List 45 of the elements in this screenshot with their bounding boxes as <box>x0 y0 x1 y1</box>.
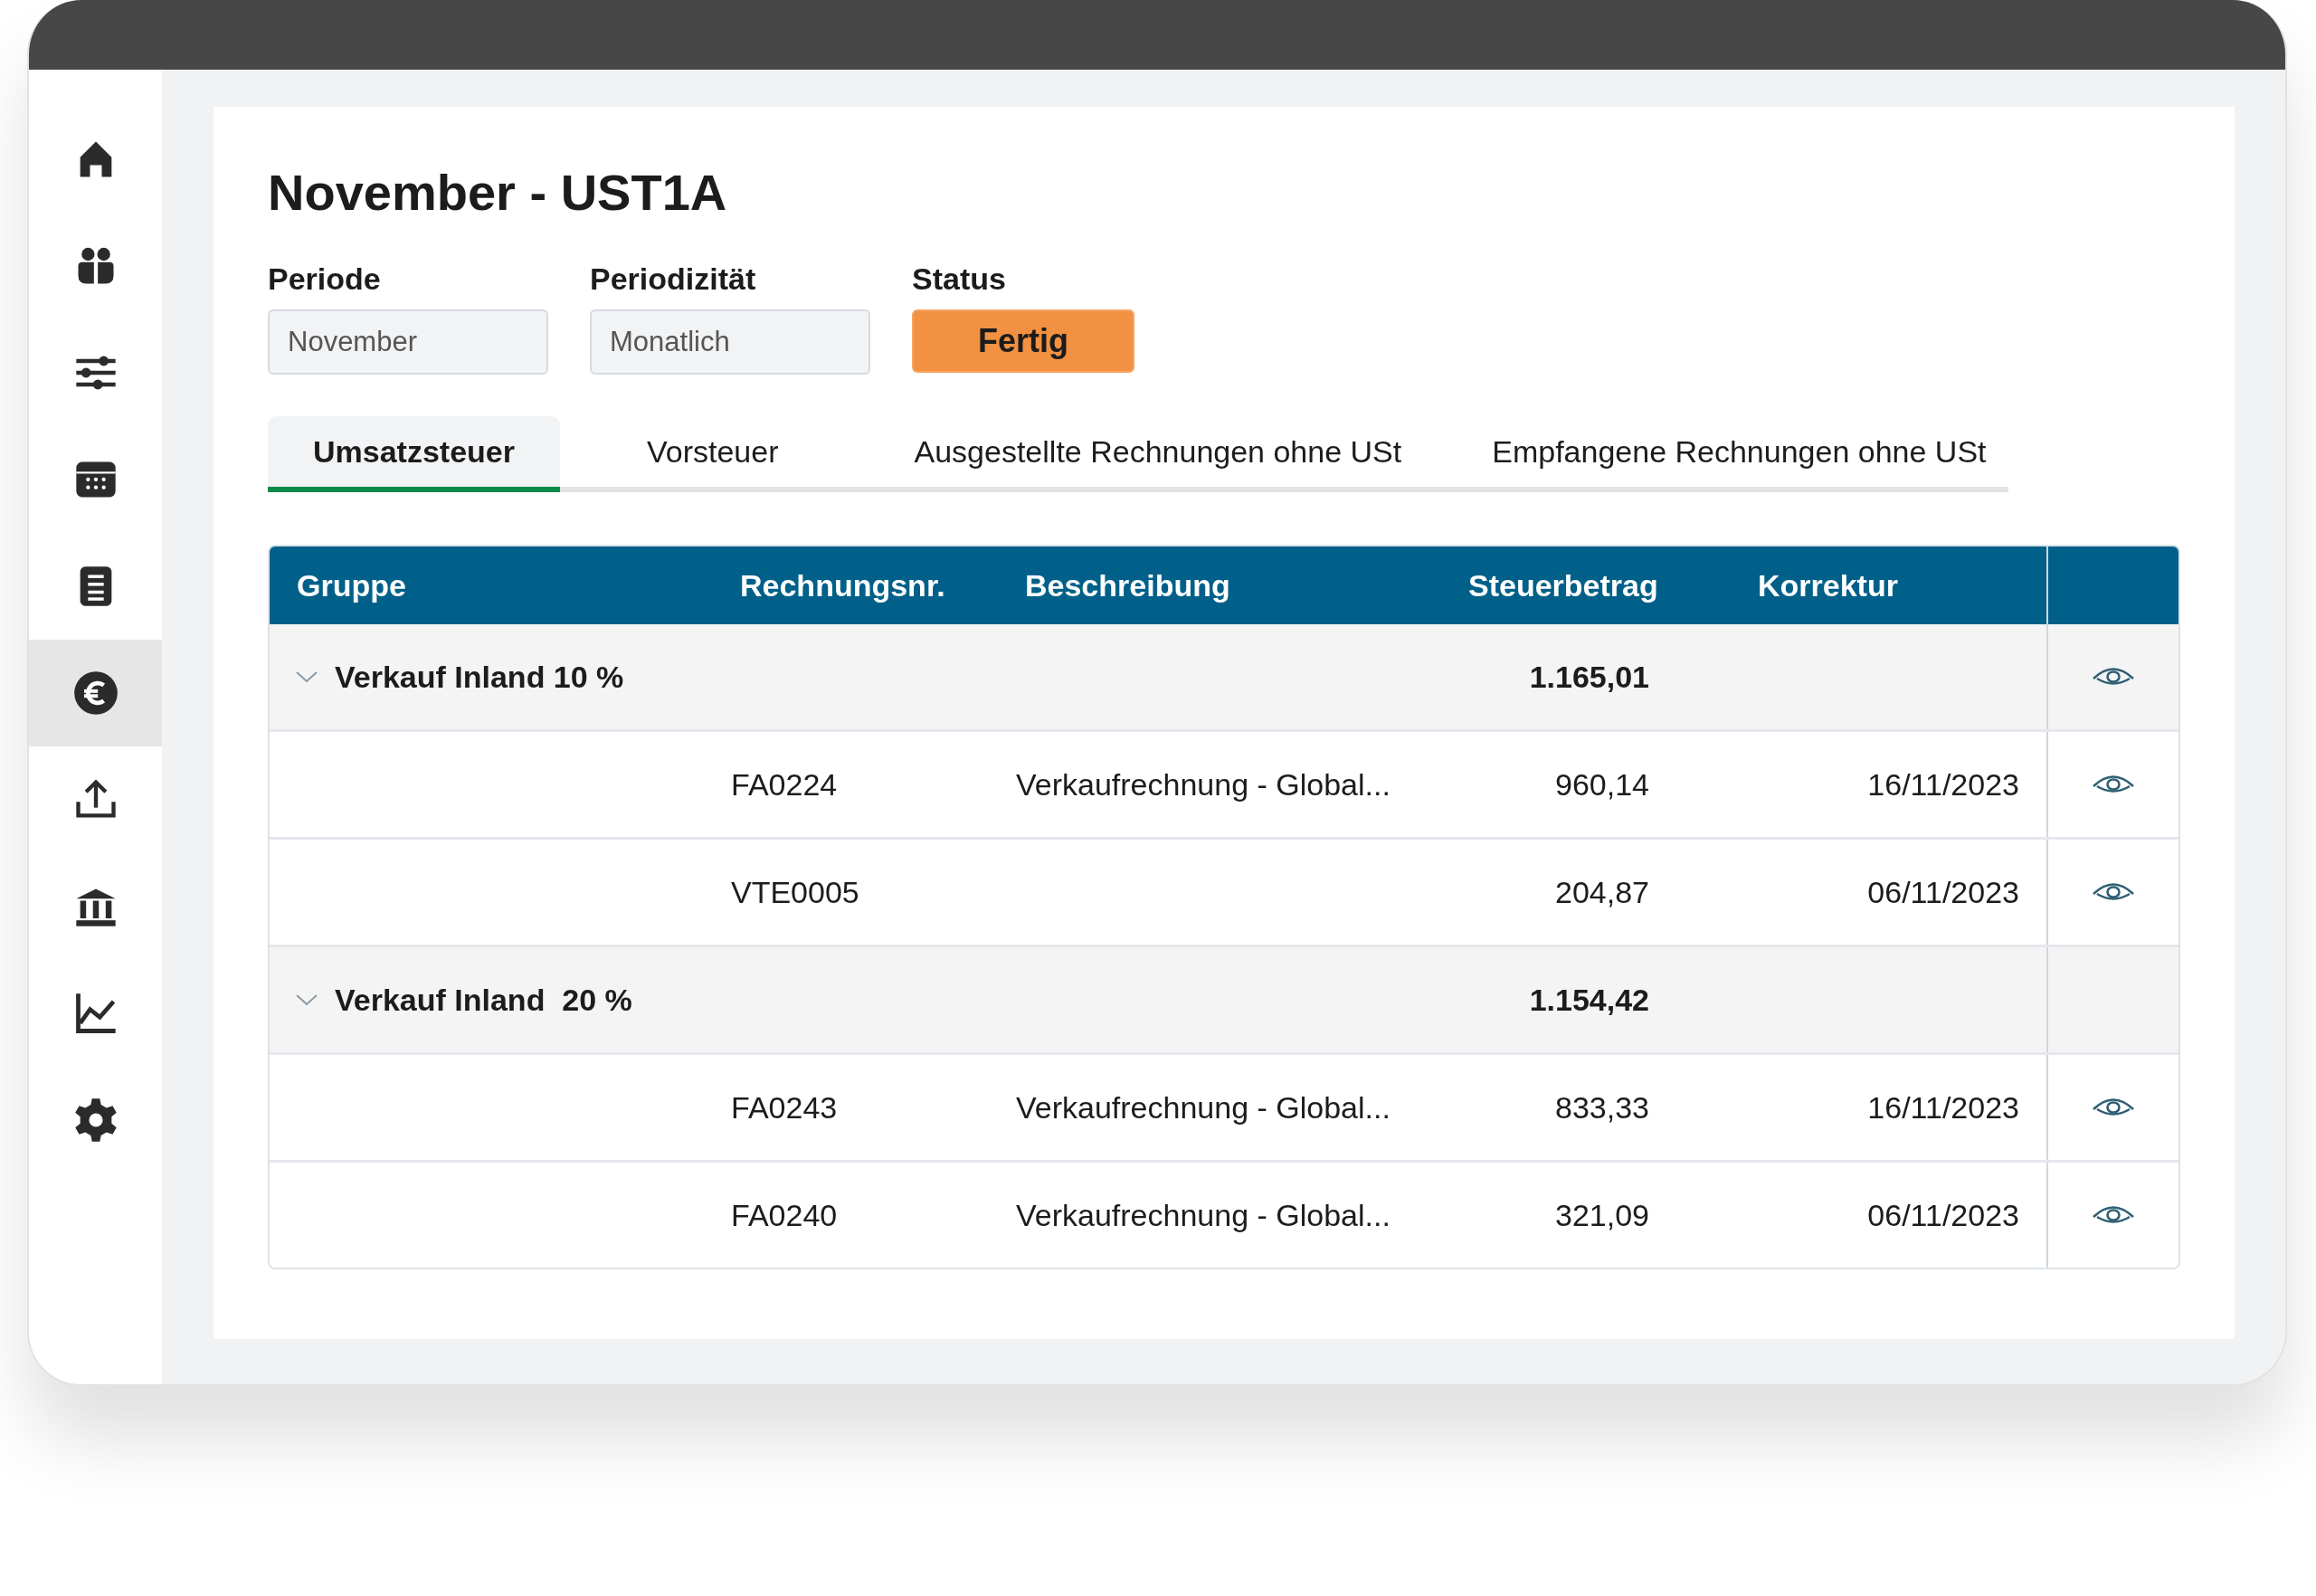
invoice-number: FA0224 <box>730 766 839 803</box>
tax-amount: 833,33 <box>1554 1089 1650 1126</box>
group-total: 1.165,01 <box>1528 659 1650 695</box>
field-label: Status <box>912 261 1007 297</box>
input-field[interactable]: November <box>268 309 548 375</box>
invoice-number: VTE0005 <box>730 874 860 910</box>
tab[interactable]: Empfangene Rechnungen ohne USt <box>1447 416 2032 492</box>
tab[interactable]: Umsatzsteuer <box>268 416 560 492</box>
correction-date: 06/11/2023 <box>1866 874 2020 910</box>
group-row[interactable]: Verkauf Inland 10 % 1.165,01 <box>270 624 2178 732</box>
tab[interactable]: Vorsteuer <box>560 416 869 492</box>
tax-amount: 204,87 <box>1554 874 1650 910</box>
invoice-row[interactable]: VTE0005 204,87 06/11/2023 <box>270 840 2178 947</box>
page-title: November - UST1A <box>268 163 728 222</box>
field-label: Periodizität <box>590 261 757 297</box>
group-total: 1.154,42 <box>1528 982 1650 1018</box>
column-header: Rechnungsnr. <box>739 567 946 603</box>
invoice-description: Verkaufrechnung - Global... <box>1015 1089 1391 1126</box>
invoice-row[interactable]: FA0240 Verkaufrechnung - Global... 321,09 06/11/2023 <box>270 1163 2178 1268</box>
correction-date: 16/11/2023 <box>1866 766 2020 803</box>
column-header: Korrektur <box>1757 567 1899 603</box>
group-name: Verkauf Inland 20 % <box>335 982 632 1018</box>
chevron-down-icon[interactable] <box>295 670 318 684</box>
group-row[interactable]: Verkauf Inland 20 % 1.154,42 <box>270 947 2178 1055</box>
column-header: Beschreibung <box>1024 567 1231 603</box>
invoice-row[interactable]: FA0243 Verkaufrechnung - Global... 833,33 16/11/2023 <box>270 1055 2178 1163</box>
invoice-row[interactable]: FA0224 Verkaufrechnung - Global... 960,14 16/11/2023 <box>270 732 2178 840</box>
field-label: Periode <box>268 261 382 297</box>
input-field[interactable]: Monatlich <box>590 309 870 375</box>
column-header: Steuerbetrag <box>1467 567 1659 603</box>
sidebar-item[interactable] <box>29 640 162 746</box>
tax-amount: 321,09 <box>1554 1197 1650 1233</box>
invoice-description: Verkaufrechnung - Global... <box>1015 1197 1391 1233</box>
correction-date: 16/11/2023 <box>1866 1089 2020 1126</box>
status-button[interactable]: Fertig <box>912 309 1134 373</box>
correction-date: 06/11/2023 <box>1866 1197 2020 1233</box>
tax-amount: 960,14 <box>1554 766 1650 803</box>
invoice-number: FA0240 <box>730 1197 839 1233</box>
euro-icon <box>71 670 119 717</box>
column-header: Gruppe <box>296 567 407 603</box>
chevron-down-icon[interactable] <box>295 993 318 1007</box>
invoice-description: Verkaufrechnung - Global... <box>1015 766 1391 803</box>
tab[interactable]: Ausgestellte Rechnungen ohne USt <box>868 416 1448 492</box>
group-name: Verkauf Inland 10 % <box>335 659 624 695</box>
invoice-number: FA0243 <box>730 1089 839 1126</box>
